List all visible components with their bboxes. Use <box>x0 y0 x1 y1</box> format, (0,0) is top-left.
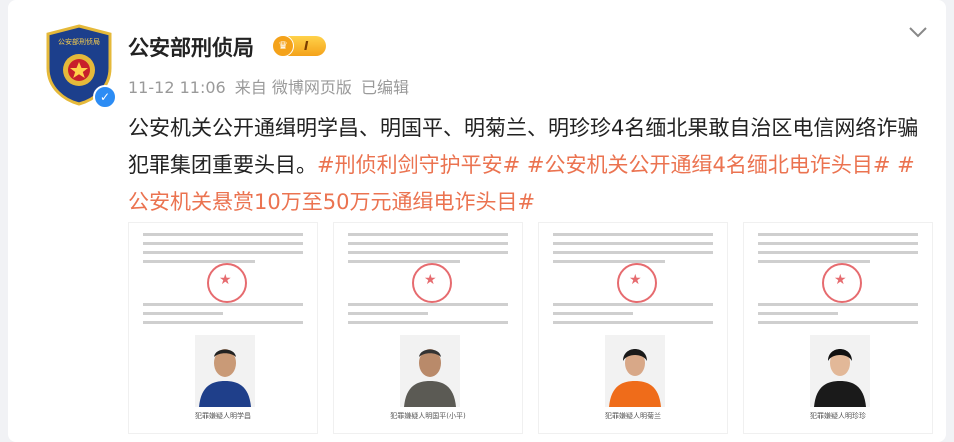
weibo-post-card: 公安部刑侦局 ✓ 公安部刑侦局 ♛ I 11-12 11:06 来自 微博网页版… <box>8 0 946 442</box>
post-timestamp[interactable]: 11-12 11:06 <box>128 78 226 97</box>
crown-icon: ♛ <box>272 35 294 57</box>
post-meta: 11-12 11:06 来自 微博网页版 已编辑 <box>128 74 413 98</box>
image-caption: 犯罪嫌疑人明学昌 <box>195 412 251 420</box>
suspect-photo <box>810 335 870 407</box>
image-caption: 犯罪嫌疑人明国平(小平) <box>390 412 466 420</box>
account-name[interactable]: 公安部刑侦局 <box>128 32 254 62</box>
suspect-photo <box>400 335 460 407</box>
member-level-badge[interactable]: ♛ I <box>272 35 326 57</box>
svg-text:公安部刑侦局: 公安部刑侦局 <box>58 37 100 46</box>
hashtag-link[interactable]: #公安机关公开通缉4名缅北电诈头目# <box>527 153 891 177</box>
edited-label[interactable]: 已编辑 <box>361 78 409 97</box>
post-source: 来自 微博网页版 <box>234 78 352 97</box>
post-content: 公安机关公开通缉明学昌、明国平、明菊兰、明珍珍4名缅北果敢自治区电信网络诈骗犯罪… <box>128 110 928 221</box>
chevron-down-icon[interactable] <box>906 20 930 44</box>
verified-check-icon: ✓ <box>93 85 117 109</box>
seal-icon <box>412 263 452 303</box>
seal-icon <box>617 263 657 303</box>
suspect-photo <box>195 335 255 407</box>
wanted-notice-image-4[interactable]: 犯罪嫌疑人明珍珍 <box>743 222 933 434</box>
image-caption: 犯罪嫌疑人明珍珍 <box>810 412 866 420</box>
wanted-notice-image-1[interactable]: 犯罪嫌疑人明学昌 <box>128 222 318 434</box>
seal-icon <box>207 263 247 303</box>
wanted-notice-image-3[interactable]: 犯罪嫌疑人明菊兰 <box>538 222 728 434</box>
hashtag-link[interactable]: #刑侦利剑守护平安# <box>317 153 520 177</box>
badge-level: I <box>304 39 309 53</box>
suspect-photo <box>605 335 665 407</box>
wanted-notice-image-2[interactable]: 犯罪嫌疑人明国平(小平) <box>333 222 523 434</box>
seal-icon <box>822 263 862 303</box>
image-caption: 犯罪嫌疑人明菊兰 <box>605 412 661 420</box>
